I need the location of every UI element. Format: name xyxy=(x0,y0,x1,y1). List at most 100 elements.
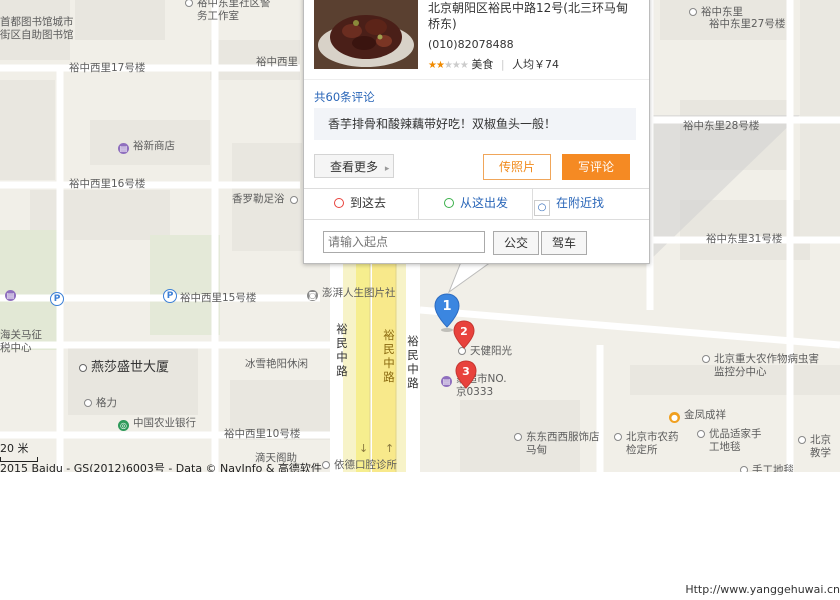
star-icon: ★ xyxy=(459,60,469,71)
camera-icon: ◙ xyxy=(307,290,318,301)
star-icon: ★ xyxy=(451,60,461,71)
poi-shougong-label: 手工地毯 xyxy=(752,464,794,472)
poi-youpin[interactable]: 优品适家手工地毯 xyxy=(697,428,769,454)
svg-text:↓: ↓ xyxy=(359,442,368,455)
tab-nearby-label: 在附近找 xyxy=(556,196,605,210)
poi-yide-label: 依德口腔诊所 xyxy=(334,459,397,471)
view-more-label: 查看更多 xyxy=(330,160,379,174)
marker-2[interactable]: 2 xyxy=(453,320,475,352)
rating-stars: ★★★★★ xyxy=(428,58,469,71)
tab-start-here[interactable]: 从这出发 xyxy=(444,189,508,219)
poi-agri-univ[interactable]: 北京重大农作物病虫害监控分中心 xyxy=(702,353,824,379)
poi-yanshatower[interactable]: 燕莎盛世大厦 xyxy=(79,361,169,374)
label-dong28: 裕中东里28号楼 xyxy=(683,120,760,132)
shop-icon: ▤ xyxy=(441,376,452,387)
marker-1-label: 1 xyxy=(442,299,451,314)
review-count-link[interactable]: 共60条评论 xyxy=(314,89,375,105)
poi-dongzhong-label: 裕中东里 xyxy=(701,6,743,18)
label-dong27: 裕中东里27号楼 xyxy=(709,18,786,30)
poi-beijing-edu[interactable]: 北京教学 xyxy=(798,434,840,460)
place-info-window: 北京朝阳区裕民中路12号(北三环马甸桥东) (010)82078488 ★★★★… xyxy=(303,0,650,264)
green-circle-icon xyxy=(444,198,454,208)
tab-nearby[interactable]: ○ 在附近找 xyxy=(534,189,604,219)
review-snippet: 香芋排骨和酸辣藕带好吃！双椒鱼头一般！ xyxy=(314,108,636,140)
poi-police[interactable]: 裕中东里社区警务工作室 xyxy=(185,0,279,23)
place-avg-price: 人均￥74 xyxy=(512,58,560,71)
marker-3-label: 3 xyxy=(462,365,470,378)
route-tabs: 到这去 从这出发 ○ 在附近找 xyxy=(304,188,649,220)
marker-2-label: 2 xyxy=(460,325,468,338)
star-icon: ★ xyxy=(443,60,453,71)
parking-icon[interactable]: P xyxy=(50,292,64,306)
poi-yuxin-shop[interactable]: ▤ 裕新商店 xyxy=(118,140,175,154)
shop-icon[interactable]: ▤ xyxy=(5,290,16,301)
label-xizhong15: 裕中西里15号楼 xyxy=(180,292,257,304)
red-circle-icon xyxy=(334,198,344,208)
label-xizhong-top: 裕中西里 xyxy=(256,56,298,68)
tab-start-here-label: 从这出发 xyxy=(460,196,509,210)
poi-pengpai[interactable]: ◙ 澎湃人生图片社 xyxy=(307,287,396,301)
label-dong31: 裕中东里31号楼 xyxy=(706,233,783,245)
poi-jinfeng[interactable]: ● 金凤成祥 xyxy=(669,409,726,423)
poi-dongdong[interactable]: 东东西西服饰店马甸 xyxy=(514,431,600,457)
upload-photo-button[interactable]: 传照片 xyxy=(483,154,551,180)
label-xizhong17: 裕中西里17号楼 xyxy=(69,62,146,74)
poi-shougong[interactable]: 手工地毯 xyxy=(740,464,794,472)
place-photo[interactable] xyxy=(314,0,418,69)
label-xizhong10: 裕中西里10号楼 xyxy=(224,428,301,440)
svg-text:↑: ↑ xyxy=(385,442,394,455)
poi-pengpai-label: 澎湃人生图片社 xyxy=(322,287,396,299)
place-rating: ★★★★★ 美食 | 人均￥74 xyxy=(428,58,560,71)
poi-xiangluole-label: 香罗勒足浴 xyxy=(232,193,285,205)
poi-abc-bank-label: 中国农业银行 xyxy=(133,417,196,429)
poi-police-label: 裕中东里社区警务工作室 xyxy=(197,0,271,22)
parking-icon[interactable]: P xyxy=(163,289,177,303)
poi-geli-label: 格力 xyxy=(96,397,117,409)
poi-agri-univ-label: 北京重大农作物病虫害监控分中心 xyxy=(714,353,819,378)
poi-abc-bank[interactable]: ◎ 中国农业银行 xyxy=(118,417,196,431)
star-icon: ★ xyxy=(428,60,437,71)
scale-label: 20 米 xyxy=(0,442,29,455)
popup-pointer xyxy=(448,261,492,293)
poi-dot[interactable] xyxy=(290,196,298,204)
poi-supermarket[interactable]: ▤ 家超市NO.京0333 xyxy=(441,373,516,399)
poi-tianjian-label: 天健阳光 xyxy=(470,345,512,357)
tab-go-here[interactable]: 到这去 xyxy=(334,189,386,219)
map-canvas[interactable]: ↑ ↓ 裕中东里社区警务工作室 首都图书馆城市街区自助图书馆 裕中西里17号楼 … xyxy=(0,0,840,472)
road-yumin-right: 裕民中路 xyxy=(407,334,419,390)
start-point-input[interactable] xyxy=(323,231,485,253)
footer-watermark-url: Http://www.yanggehuwai.cn xyxy=(685,583,840,596)
poi-jinfeng-label: 金凤成祥 xyxy=(684,409,726,421)
road-yumin-main: 裕民中路 xyxy=(383,328,395,384)
scale-bar: 20 米 xyxy=(0,440,38,462)
poi-agri-med[interactable]: 北京市农药检定所 xyxy=(614,431,686,457)
poi-beijing-edu-label: 北京教学 xyxy=(810,434,831,459)
poi-yuxin-shop-label: 裕新商店 xyxy=(133,140,175,152)
tab-go-here-label: 到这去 xyxy=(350,196,387,210)
shop-icon: ▤ xyxy=(118,143,129,154)
star-icon: ★ xyxy=(435,60,445,71)
poi-youpin-label: 优品适家手工地毯 xyxy=(709,428,762,453)
poi-library-label: 首都图书馆城市街区自助图书馆 xyxy=(0,16,74,41)
map-copyright: 2015 Baidu - GS(2012)6003号 - Data © NavI… xyxy=(0,462,322,472)
label-xizhong16: 裕中西里16号楼 xyxy=(69,178,146,190)
place-phone: (010)82078488 xyxy=(428,38,514,51)
view-more-button[interactable]: 查看更多 ▸ xyxy=(314,154,394,178)
chevron-right-icon: ▸ xyxy=(384,164,390,174)
food-icon: ● xyxy=(669,412,680,423)
poi-agri-med-label: 北京市农药检定所 xyxy=(626,431,679,456)
write-review-button[interactable]: 写评论 xyxy=(562,154,630,180)
bank-icon: ◎ xyxy=(118,420,129,431)
search-icon: ○ xyxy=(534,200,550,216)
road-yumin-left: 裕民中路 xyxy=(336,322,348,378)
bus-button[interactable]: 公交 xyxy=(493,231,539,255)
drive-button[interactable]: 驾车 xyxy=(541,231,587,255)
place-address: 北京朝阳区裕民中路12号(北三环马甸桥东) xyxy=(428,1,628,31)
label-haiguan: 海关马征税中心 xyxy=(0,329,42,354)
poi-geli[interactable]: 格力 xyxy=(84,397,117,410)
poi-dongdong-label: 东东西西服饰店马甸 xyxy=(526,431,600,456)
place-category: 美食 xyxy=(471,58,494,71)
poi-yide[interactable]: 依德口腔诊所 xyxy=(322,459,397,472)
marker-3[interactable]: 3 xyxy=(455,360,477,392)
poi-bingxue-label: 冰雪艳阳休闲 xyxy=(245,358,308,370)
